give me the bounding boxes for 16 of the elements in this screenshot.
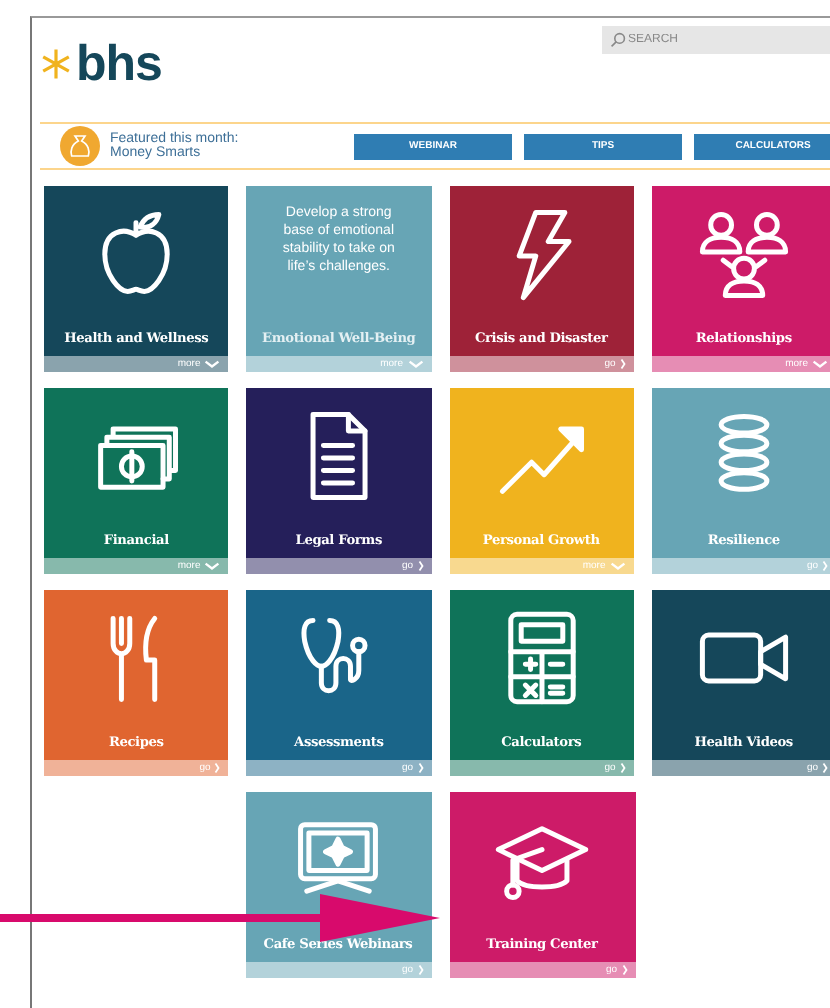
chevron-down-icon <box>609 562 626 570</box>
chevron-right-icon <box>214 762 221 774</box>
chevron-down-icon <box>812 360 828 368</box>
money-bag-icon <box>60 126 100 166</box>
chevron-right-icon <box>417 762 423 774</box>
chevron-down-icon <box>204 562 221 570</box>
search-icon <box>610 32 626 48</box>
logo-text: bhs <box>76 35 162 93</box>
chevron-down-icon <box>407 360 423 368</box>
chevron-right-icon <box>417 560 423 572</box>
chevron-right-icon <box>619 762 626 774</box>
chevron-right-icon <box>621 964 627 976</box>
chevron-down-icon <box>204 360 221 368</box>
star-logo-icon <box>40 48 72 80</box>
chevron-right-icon <box>619 358 626 370</box>
chevron-right-icon <box>417 964 423 976</box>
